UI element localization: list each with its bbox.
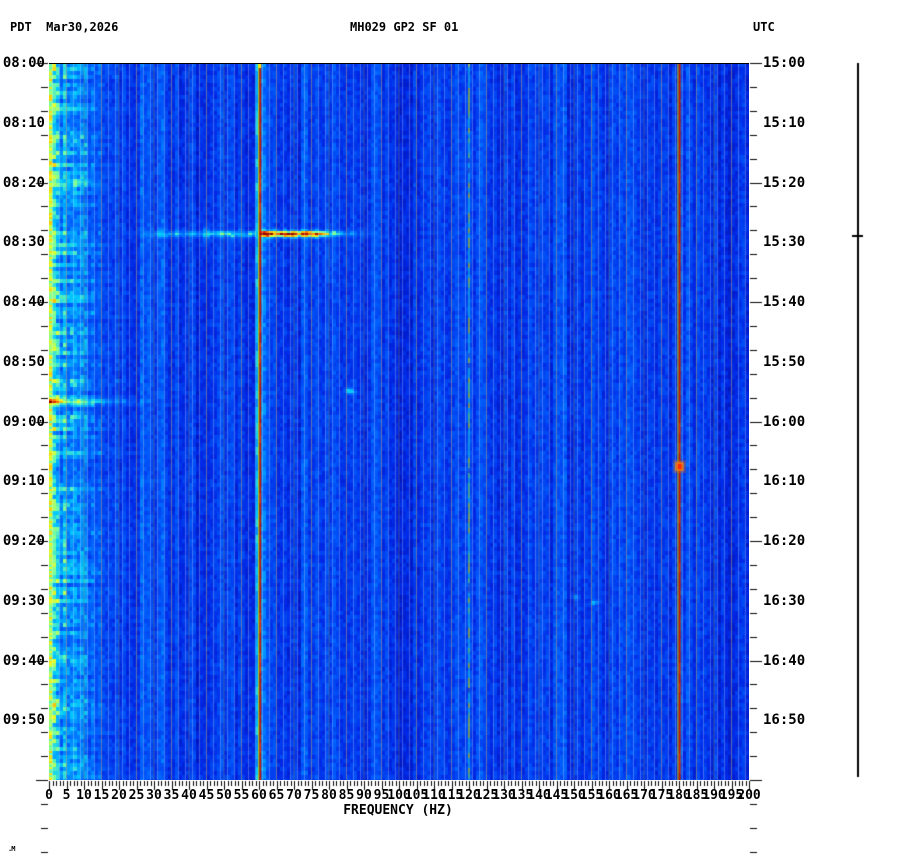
right-axis-time-label: 16:40 <box>763 653 813 669</box>
x-axis-tick-label: 25 <box>129 788 145 803</box>
left-axis-time-label: 08:00 <box>1 55 45 71</box>
x-axis-tick-label: 20 <box>111 788 127 803</box>
left-axis-time-label: 08:40 <box>1 294 45 310</box>
x-axis-tick-label: 35 <box>164 788 180 803</box>
left-axis-time-label: 09:50 <box>1 712 45 728</box>
corner-mark: .M <box>8 845 14 853</box>
right-axis-time-label: 15:10 <box>763 115 813 131</box>
left-axis-time-label: 09:40 <box>1 653 45 669</box>
right-axis-time-label: 15:40 <box>763 294 813 310</box>
left-axis-time-label: 08:10 <box>1 115 45 131</box>
left-axis-time-label: 09:10 <box>1 473 45 489</box>
right-axis-time-label: 16:10 <box>763 473 813 489</box>
left-axis-time-label: 08:30 <box>1 234 45 250</box>
left-axis-time-label: 08:50 <box>1 354 45 370</box>
left-axis-time-label: 08:20 <box>1 175 45 191</box>
x-axis-tick-label: 0 <box>45 788 53 803</box>
right-axis-time-label: 16:20 <box>763 533 813 549</box>
right-axis-time-label: 16:30 <box>763 593 813 609</box>
right-axis-time-label: 15:30 <box>763 234 813 250</box>
x-axis-tick-label: 10 <box>76 788 92 803</box>
x-axis-tick-label: 40 <box>181 788 197 803</box>
x-axis-tick-label: 65 <box>269 788 285 803</box>
right-axis-time-label: 16:00 <box>763 414 813 430</box>
x-axis-tick-label: 80 <box>321 788 337 803</box>
x-axis-tick-label: 200 <box>737 788 760 803</box>
x-axis-tick-label: 55 <box>234 788 250 803</box>
x-axis-tick-label: 60 <box>251 788 267 803</box>
x-axis-title: FREQUENCY (HZ) <box>343 803 453 818</box>
x-axis-tick-label: 45 <box>199 788 215 803</box>
x-axis-tick-label: 75 <box>304 788 320 803</box>
right-axis-time-label: 15:50 <box>763 354 813 370</box>
x-axis-tick-label: 90 <box>356 788 372 803</box>
x-axis-tick-label: 70 <box>286 788 302 803</box>
left-axis-time-label: 09:00 <box>1 414 45 430</box>
spectrogram-page: PDT Mar30,2026 MH029 GP2 SF 01 UTC 08:00… <box>0 0 902 864</box>
x-axis-tick-label: 85 <box>339 788 355 803</box>
left-axis-time-label: 09:20 <box>1 533 45 549</box>
right-axis-time-label: 15:20 <box>763 175 813 191</box>
right-axis-time-label: 15:00 <box>763 55 813 71</box>
right-axis-time-label: 16:50 <box>763 712 813 728</box>
x-axis-tick-label: 15 <box>94 788 110 803</box>
left-axis-time-label: 09:30 <box>1 593 45 609</box>
x-axis-tick-label: 50 <box>216 788 232 803</box>
x-axis-tick-label: 5 <box>63 788 71 803</box>
x-axis-tick-label: 30 <box>146 788 162 803</box>
